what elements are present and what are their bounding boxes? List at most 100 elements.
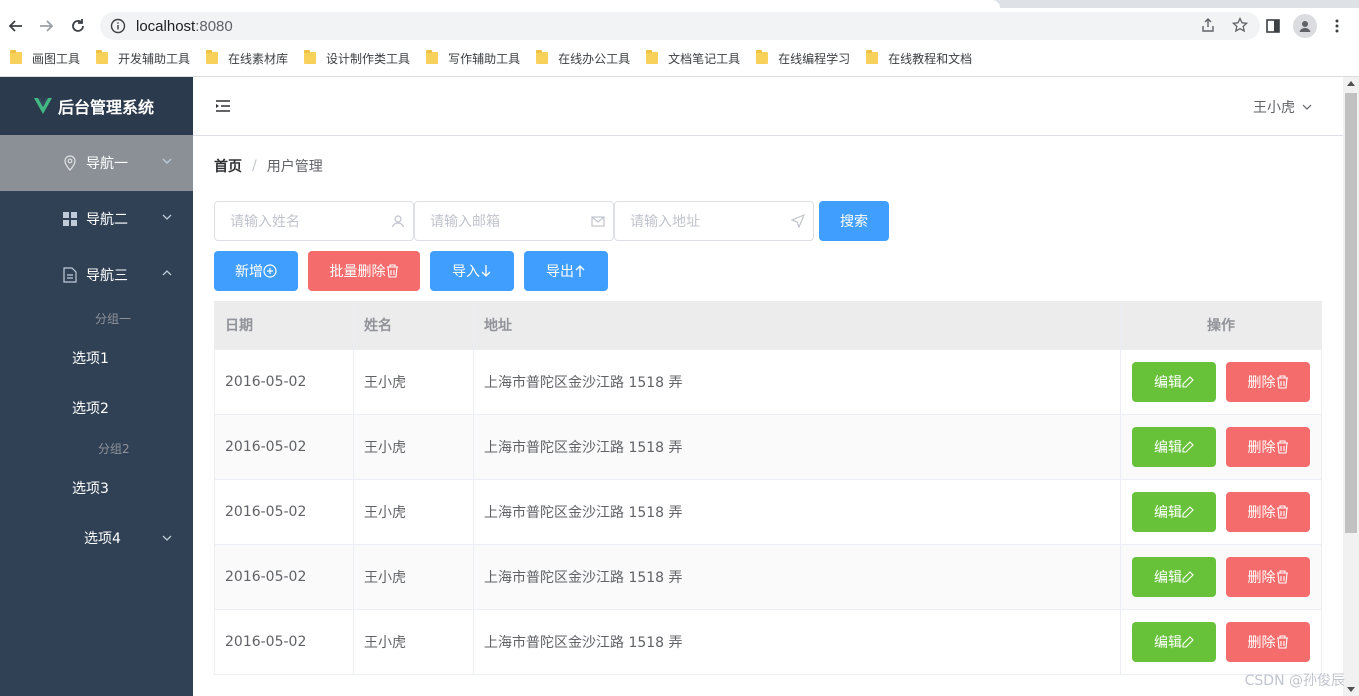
menu-option-1[interactable]: 选项1 (0, 333, 193, 383)
cell-address: 上海市普陀区金沙江路 1518 弄 (474, 350, 1121, 414)
table-row: 2016-05-02 王小虎 上海市普陀区金沙江路 1518 弄 编辑 删除 (214, 480, 1322, 545)
grid-icon (62, 211, 78, 227)
watermark: CSDN @孙俊辰 (1244, 673, 1345, 689)
export-button[interactable]: 导出 (524, 251, 608, 291)
edit-button[interactable]: 编辑 (1132, 622, 1216, 662)
back-icon[interactable] (4, 14, 28, 38)
menu-option-4-label: 选项4 (84, 531, 121, 547)
bookmark-folder[interactable]: 在线教程和文档 (866, 46, 972, 70)
bookmarks-bar: 画图工具 开发辅助工具 在线素材库 设计制作类工具 写作辅助工具 在线办公工具 … (0, 46, 988, 70)
bookmark-folder[interactable]: 文档笔记工具 (646, 46, 740, 70)
cell-address: 上海市普陀区金沙江路 1518 弄 (474, 610, 1121, 674)
cell-date: 2016-05-02 (214, 610, 354, 674)
name-search-input[interactable]: 请输入姓名 (214, 201, 414, 241)
edit-pen-icon (1182, 441, 1194, 453)
menu-fold-icon[interactable] (216, 100, 230, 112)
column-header-date: 日期 (214, 301, 354, 349)
bookmark-folder[interactable]: 开发辅助工具 (96, 46, 190, 70)
add-button[interactable]: 新增 (214, 251, 298, 291)
action-toolbar: 新增 批量删除 导入 导出 (214, 251, 608, 291)
delete-button[interactable]: 删除 (1226, 557, 1310, 597)
more-menu-icon[interactable] (1325, 14, 1349, 38)
edit-button[interactable]: 编辑 (1132, 427, 1216, 467)
search-button[interactable]: 搜索 (819, 201, 889, 241)
circle-plus-icon (263, 264, 277, 278)
bookmark-folder[interactable]: 在线素材库 (206, 46, 288, 70)
menu-option-4[interactable]: 选项4 (0, 513, 193, 563)
sidebar: 后台管理系统 导航一 导航二 导航三 分组一 选项1 选项2 分组2 选项3 选… (0, 77, 193, 696)
scroll-up-arrow-icon[interactable] (1347, 81, 1355, 86)
edit-button[interactable]: 编辑 (1132, 362, 1216, 402)
folder-icon (96, 50, 109, 64)
bookmark-folder[interactable]: 画图工具 (10, 46, 80, 70)
app-root: 后台管理系统 导航一 导航二 导航三 分组一 选项1 选项2 分组2 选项3 选… (0, 77, 1343, 696)
delete-button[interactable]: 删除 (1226, 362, 1310, 402)
email-search-input[interactable]: 请输入邮箱 (414, 201, 614, 241)
user-dropdown[interactable]: 王小虎 (1253, 97, 1313, 117)
edit-button[interactable]: 编辑 (1132, 557, 1216, 597)
edit-pen-icon (1182, 506, 1194, 518)
position-icon (791, 214, 805, 228)
user-icon (391, 215, 405, 228)
trash-icon (1276, 570, 1288, 584)
batch-delete-button[interactable]: 批量删除 (308, 251, 420, 291)
scrollbar-thumb[interactable] (1345, 93, 1357, 533)
bookmark-folder[interactable]: 在线办公工具 (536, 46, 630, 70)
breadcrumb-separator: / (252, 158, 257, 174)
search-bar: 请输入姓名 请输入邮箱 请输入地址 搜索 (214, 201, 889, 241)
cell-operations: 编辑 删除 (1121, 480, 1322, 544)
edit-button[interactable]: 编辑 (1132, 492, 1216, 532)
active-tab[interactable] (0, 0, 1000, 8)
menu-group-title: 分组一 (95, 311, 132, 326)
bookmark-label: 开发辅助工具 (118, 51, 191, 66)
bookmark-folder[interactable]: 设计制作类工具 (304, 46, 410, 70)
page-scrollbar[interactable] (1343, 77, 1359, 696)
delete-button[interactable]: 删除 (1226, 492, 1310, 532)
import-button[interactable]: 导入 (430, 251, 514, 291)
folder-icon (10, 50, 22, 64)
edit-pen-icon (1182, 571, 1194, 583)
bookmark-label: 画图工具 (32, 51, 81, 66)
delete-label: 删除 (1247, 504, 1276, 520)
breadcrumb: 首页 / 用户管理 (214, 156, 323, 176)
logo: 后台管理系统 (0, 77, 193, 135)
delete-button[interactable]: 删除 (1226, 622, 1310, 662)
bookmark-label: 在线办公工具 (558, 51, 631, 66)
menu-group-title: 分组2 (98, 441, 130, 456)
scroll-down-arrow-icon[interactable] (1347, 687, 1355, 692)
cell-operations: 编辑 删除 (1121, 415, 1322, 479)
delete-label: 删除 (1247, 634, 1276, 650)
breadcrumb-current: 用户管理 (266, 159, 323, 175)
bookmark-folder[interactable]: 写作辅助工具 (426, 46, 520, 70)
reload-icon[interactable] (66, 14, 90, 38)
arrow-down-icon (481, 265, 491, 277)
share-icon[interactable] (1200, 17, 1216, 37)
menu-option-3[interactable]: 选项3 (0, 463, 193, 513)
nav-item-2[interactable]: 导航二 (0, 191, 193, 247)
folder-icon (304, 50, 317, 64)
column-header-operation: 操作 (1121, 301, 1322, 349)
document-icon (62, 267, 78, 283)
address-search-input[interactable]: 请输入地址 (614, 201, 814, 241)
profile-avatar-icon[interactable] (1293, 14, 1317, 38)
nav-item-3[interactable]: 导航三 (0, 247, 193, 303)
menu-option-2[interactable]: 选项2 (0, 383, 193, 433)
bookmark-label: 在线素材库 (228, 51, 289, 66)
cell-name: 王小虎 (354, 350, 474, 414)
cell-name: 王小虎 (354, 545, 474, 609)
table-row: 2016-05-02 王小虎 上海市普陀区金沙江路 1518 弄 编辑 删除 (214, 415, 1322, 480)
site-info-icon[interactable] (110, 18, 126, 34)
address-bar[interactable]: localhost:8080 (100, 12, 1260, 40)
table-row: 2016-05-02 王小虎 上海市普陀区金沙江路 1518 弄 编辑 删除 (214, 610, 1322, 675)
bookmark-star-icon[interactable] (1231, 16, 1249, 37)
cell-date: 2016-05-02 (214, 545, 354, 609)
breadcrumb-home[interactable]: 首页 (214, 156, 242, 176)
user-table: 日期 姓名 地址 操作 2016-05-02 王小虎 上海市普陀区金沙江路 15… (214, 301, 1322, 675)
forward-icon[interactable] (34, 14, 58, 38)
edit-pen-icon (1182, 376, 1194, 388)
bookmark-folder[interactable]: 在线编程学习 (756, 46, 850, 70)
url-text: localhost:8080 (136, 18, 233, 35)
side-panel-icon[interactable] (1261, 14, 1285, 38)
nav-item-1[interactable]: 导航一 (0, 135, 193, 191)
delete-button[interactable]: 删除 (1226, 427, 1310, 467)
